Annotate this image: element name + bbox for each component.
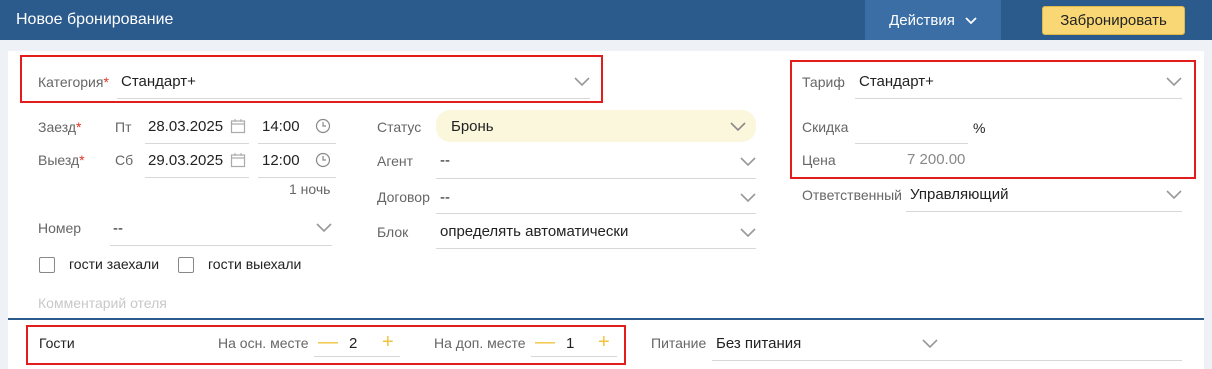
status-select-value: Бронь — [451, 118, 494, 135]
agent-label: Агент — [377, 153, 414, 169]
agent-underline — [436, 178, 756, 179]
room-underline — [110, 245, 332, 246]
chevron-down-icon — [965, 12, 977, 29]
hotel-comment-input[interactable]: Комментарий отеля — [38, 295, 167, 311]
chevron-down-icon[interactable] — [574, 77, 590, 89]
checkin-weekday: Пт — [115, 119, 132, 135]
meal-select-value[interactable]: Без питания — [716, 335, 801, 352]
checked-out-checkbox[interactable] — [178, 257, 194, 273]
checked-in-label: гости заехали — [69, 256, 160, 272]
checkin-label: Заезд* — [38, 119, 82, 135]
extra-place-count[interactable]: 1 — [566, 335, 574, 352]
checkin-date-underline — [145, 143, 249, 144]
checked-out-label: гости выехали — [208, 256, 302, 272]
chevron-down-icon[interactable] — [1166, 190, 1182, 202]
room-select-value[interactable]: -- — [113, 220, 123, 237]
actions-dropdown-button[interactable]: Действия — [865, 0, 1001, 40]
contract-select-value[interactable]: -- — [440, 189, 450, 206]
discount-unit: % — [973, 120, 986, 136]
checkout-date-underline — [145, 177, 249, 178]
tariff-label: Тариф — [802, 74, 845, 90]
chevron-down-icon[interactable] — [316, 223, 332, 235]
category-label: Категория* — [38, 74, 109, 90]
main-place-underline — [314, 356, 400, 357]
price-label: Цена — [802, 152, 836, 168]
plus-icon[interactable]: + — [382, 332, 394, 352]
discount-underline — [855, 143, 968, 144]
chevron-down-icon[interactable] — [1166, 77, 1182, 89]
actions-label: Действия — [889, 11, 955, 29]
main-place-count[interactable]: 2 — [349, 335, 357, 352]
minus-icon[interactable]: — — [318, 332, 338, 352]
category-select-value[interactable]: Стандарт+ — [121, 73, 196, 90]
block-label: Блок — [377, 224, 409, 240]
meal-label: Питание — [651, 335, 707, 351]
checked-in-checkbox[interactable] — [39, 257, 55, 273]
extra-place-underline — [531, 356, 617, 357]
meal-underline — [712, 360, 1182, 361]
page-title: Новое бронирование — [16, 11, 174, 28]
contract-underline — [436, 213, 756, 214]
checkout-label: Выезд* — [38, 152, 85, 168]
responsible-label: Ответственный — [802, 187, 902, 203]
category-underline — [117, 98, 590, 99]
tariff-underline — [855, 98, 1182, 99]
calendar-icon[interactable] — [230, 152, 246, 168]
responsible-select-value[interactable]: Управляющий — [910, 186, 1009, 203]
discount-label: Скидка — [802, 119, 849, 135]
calendar-icon[interactable] — [230, 118, 246, 134]
chevron-down-icon[interactable] — [730, 122, 746, 134]
agent-select-value[interactable]: -- — [440, 152, 450, 169]
chevron-down-icon[interactable] — [740, 228, 756, 240]
chevron-down-icon[interactable] — [922, 339, 938, 351]
chevron-down-icon[interactable] — [740, 193, 756, 205]
clock-icon[interactable] — [315, 152, 331, 168]
nights-count: 1 ночь — [289, 181, 331, 197]
tariff-select-value[interactable]: Стандарт+ — [859, 73, 934, 90]
guests-label: Гости — [39, 335, 75, 351]
contract-label: Договор — [377, 189, 430, 205]
section-divider — [8, 318, 1204, 320]
extra-place-label: На доп. месте — [434, 335, 526, 351]
book-button[interactable]: Забронировать — [1042, 6, 1185, 35]
clock-icon[interactable] — [315, 118, 331, 134]
main-place-label: На осн. месте — [218, 335, 309, 351]
checkout-date-input[interactable]: 29.03.2025 — [148, 152, 223, 169]
price-value: 7 200.00 — [907, 151, 966, 168]
responsible-underline — [906, 211, 1182, 212]
plus-icon[interactable]: + — [598, 332, 610, 352]
block-underline — [436, 248, 756, 249]
minus-icon[interactable]: — — [535, 332, 555, 352]
checkout-weekday: Сб — [115, 152, 134, 168]
checkout-time-input[interactable]: 12:00 — [262, 152, 300, 169]
checkin-time-underline — [258, 143, 336, 144]
checkin-time-input[interactable]: 14:00 — [262, 118, 300, 135]
checkin-date-input[interactable]: 28.03.2025 — [148, 118, 223, 135]
top-bar: Новое бронирование Действия Забронироват… — [0, 0, 1212, 40]
room-label: Номер — [38, 220, 82, 236]
checkout-time-underline — [258, 177, 336, 178]
block-select-value[interactable]: определять автоматически — [440, 223, 628, 240]
chevron-down-icon[interactable] — [740, 157, 756, 169]
status-label: Статус — [377, 119, 422, 135]
